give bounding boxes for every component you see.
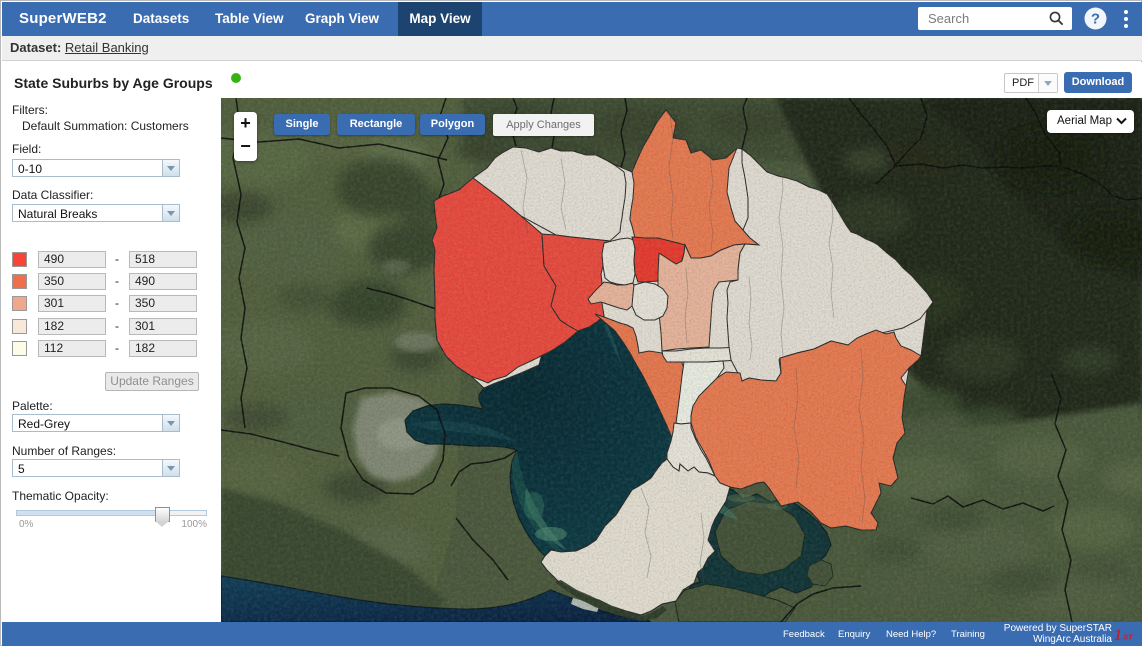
svg-text:1: 1 bbox=[1114, 627, 1122, 643]
svg-text:?: ? bbox=[1091, 11, 1100, 28]
svg-text:ST: ST bbox=[1123, 633, 1134, 642]
